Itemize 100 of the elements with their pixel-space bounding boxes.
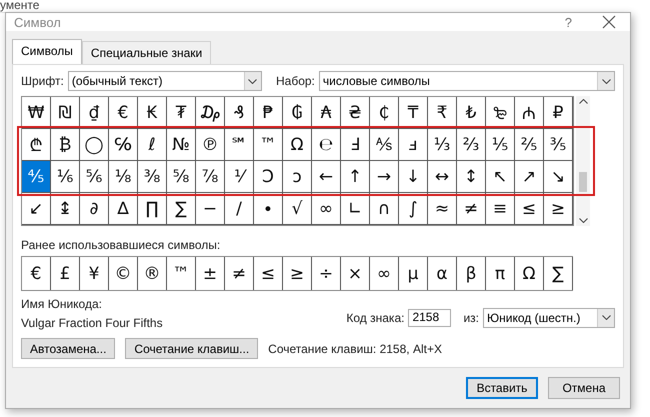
scroll-thumb[interactable] [579, 172, 587, 192]
symbol-cell[interactable]: ∕ [225, 193, 254, 225]
font-label: Шрифт: [21, 74, 64, 88]
symbol-cell[interactable]: ⅙ [51, 161, 80, 193]
tab[interactable]: Символы [12, 39, 82, 64]
symbol-cell[interactable]: ℅ [109, 129, 138, 161]
symbol-cell[interactable]: ₻ [486, 97, 515, 129]
symbol-cell[interactable]: ∂ [80, 193, 109, 225]
symbol-cell[interactable]: ⅞ [196, 161, 225, 193]
symbol-cell[interactable]: ℮ [312, 129, 341, 161]
symbol-cell[interactable]: ⅕ [486, 129, 515, 161]
dialog-button[interactable]: Вставить [466, 377, 538, 399]
tool-button[interactable]: Сочетание клавиш... [125, 338, 258, 359]
symbol-cell[interactable]: ℗ [196, 129, 225, 161]
symbol-cell[interactable]: ₽ [544, 97, 573, 129]
subset-label: Набор: [276, 74, 315, 88]
symbol-cell[interactable]: ↨ [51, 193, 80, 225]
dialog-button[interactable]: Отмена [548, 377, 620, 399]
symbol-cell[interactable]: ≈ [428, 193, 457, 225]
caret-icon [602, 315, 610, 320]
symbol-cell[interactable]: ₼ [515, 97, 544, 129]
help-button[interactable]: ? [564, 14, 572, 30]
close-icon[interactable] [602, 15, 616, 29]
symbol-cell[interactable]: ∞ [312, 193, 341, 225]
symbol-cell[interactable]: ↗ [515, 161, 544, 193]
subset-dropdown[interactable]: числовые символы [318, 71, 615, 91]
symbol-cell[interactable]: ← [312, 161, 341, 193]
symbol-cell[interactable]: ⅓ [428, 129, 457, 161]
symbol-cell[interactable]: ⅚ [80, 161, 109, 193]
scroll-up-icon[interactable] [578, 99, 588, 104]
scroll-down-icon[interactable] [578, 218, 588, 223]
symbol-cell[interactable]: √ [283, 193, 312, 225]
symbol-cell[interactable]: ₾ [22, 129, 51, 161]
symbol-cell[interactable]: Ω [283, 129, 312, 161]
recent-label: Ранее использовавшиеся символы: [21, 238, 222, 252]
symbol-cell[interactable]: ⅔ [457, 129, 486, 161]
symbol-cell[interactable]: ₿ [51, 129, 80, 161]
symbol-cell[interactable]: → [370, 161, 399, 193]
symbol-cell[interactable]: ∩ [370, 193, 399, 225]
symbol-cell[interactable]: ∏ [138, 193, 167, 225]
symbol-cell[interactable]: ₺ [457, 97, 486, 129]
from-dropdown[interactable]: Юникод (шестн.) [483, 308, 615, 328]
symbol-cell[interactable]: ⅗ [544, 129, 573, 161]
symbol-cell[interactable]: ₳ [312, 97, 341, 129]
symbol-cell[interactable]: ↕ [457, 161, 486, 193]
symbol-cell[interactable]: ↖ [486, 161, 515, 193]
symbol-cell[interactable]: ↑ [341, 161, 370, 193]
symbol-cell[interactable]: ₱ [254, 97, 283, 129]
symbol-cell[interactable]: ↔ [428, 161, 457, 193]
caret-icon [602, 78, 610, 84]
symbol-cell[interactable]: ⅖ [515, 129, 544, 161]
symbol-cell[interactable]: ⅟ [225, 161, 254, 193]
symbol-cell[interactable]: ₲ [283, 97, 312, 129]
unicode-name-label: Имя Юникода: [21, 297, 103, 311]
symbol-cell[interactable]: ₰ [225, 97, 254, 129]
symbol-cell[interactable]: ₪ [51, 97, 80, 129]
symbol-cell[interactable]: ₹ [428, 97, 457, 129]
symbol-cell[interactable]: ™ [254, 129, 283, 161]
symbol-cell[interactable]: ↓ [399, 161, 428, 193]
symbol-cell[interactable]: № [167, 129, 196, 161]
symbol-cell[interactable]: ∙ [254, 193, 283, 225]
symbol-cell[interactable]: ≡ [486, 193, 515, 225]
symbol-cell[interactable]: € [109, 97, 138, 129]
symbol-cell[interactable]: ◯ [80, 129, 109, 161]
symbol-cell[interactable]: ≠ [457, 193, 486, 225]
symbol-cell[interactable]: ∫ [399, 193, 428, 225]
window-title: Символ [14, 14, 62, 30]
symbol-cell[interactable]: ≥ [544, 193, 573, 225]
symbol-cell[interactable]: ⅘ [22, 161, 51, 193]
symbol-cell[interactable]: ⅛ [109, 161, 138, 193]
symbol-cell[interactable]: ℓ [138, 129, 167, 161]
scrollbar[interactable] [576, 96, 590, 226]
tool-button[interactable]: Автозамена... [21, 338, 116, 359]
symbol-cell[interactable]: ≤ [515, 193, 544, 225]
symbol-cell[interactable]: ⅜ [138, 161, 167, 193]
symbol-cell[interactable]: ∆ [109, 193, 138, 225]
symbol-cell[interactable]: ₯ [196, 97, 225, 129]
symbol-cell[interactable]: ₩ [22, 97, 51, 129]
symbol-cell[interactable]: ₮ [167, 97, 196, 129]
font-dropdown[interactable]: (обычный текст) [68, 71, 262, 91]
symbol-cell[interactable]: ⅎ [399, 129, 428, 161]
from-label: из: [463, 310, 479, 324]
symbol-cell[interactable]: ↘ [544, 161, 573, 193]
symbol-cell[interactable]: ₭ [138, 97, 167, 129]
symbol-cell[interactable]: Ↄ [254, 161, 283, 193]
symbol-cell[interactable]: Ⅎ [341, 129, 370, 161]
symbol-cell[interactable]: − [196, 193, 225, 225]
symbol-cell[interactable]: ∑ [167, 193, 196, 225]
symbol-cell[interactable]: ℠ [225, 129, 254, 161]
symbol-cell[interactable]: ⅍ [370, 129, 399, 161]
symbol-cell[interactable]: ↄ [283, 161, 312, 193]
tab[interactable]: Специальные знаки [82, 41, 212, 64]
symbol-cell[interactable]: ⅝ [167, 161, 196, 193]
symbol-cell[interactable]: ₴ [341, 97, 370, 129]
char-code-field[interactable]: 2158 [408, 308, 452, 326]
symbol-cell[interactable]: ₵ [370, 97, 399, 129]
symbol-cell[interactable]: ↙ [22, 193, 51, 225]
symbol-cell[interactable]: ₸ [399, 97, 428, 129]
symbol-cell[interactable]: ∟ [341, 193, 370, 225]
symbol-cell[interactable]: ₫ [80, 97, 109, 129]
